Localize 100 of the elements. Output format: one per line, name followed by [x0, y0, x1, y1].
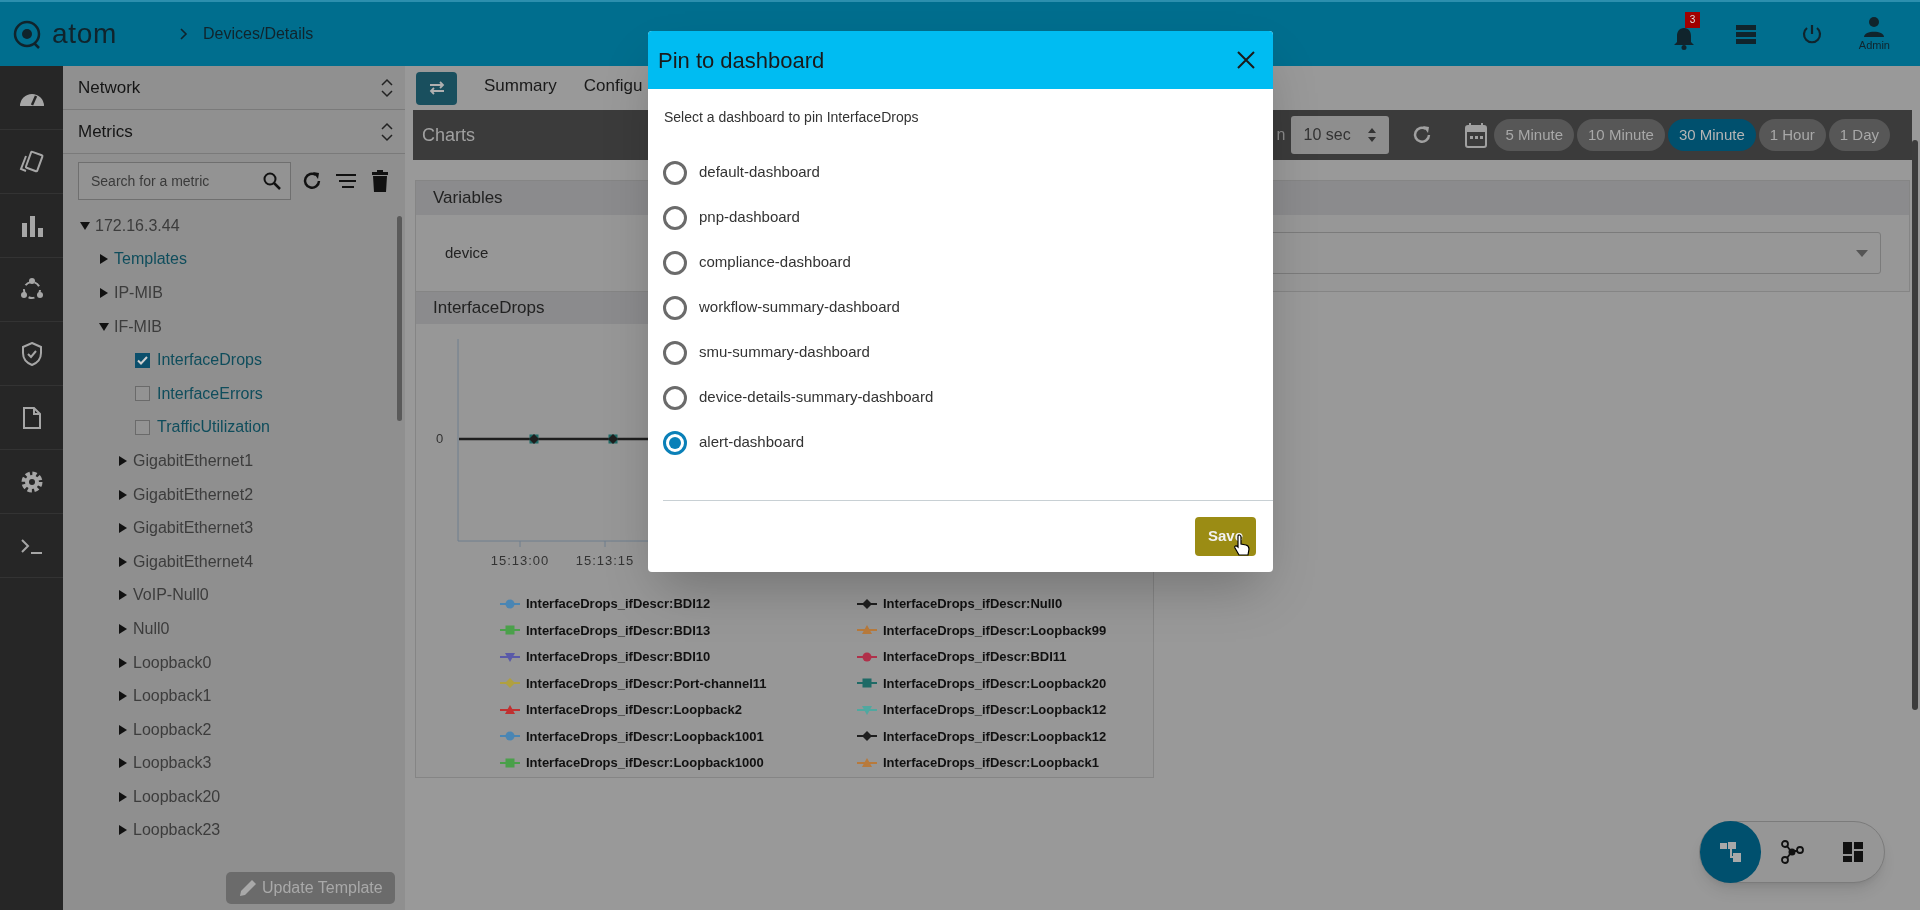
metric-link[interactable]: InterfaceErrors — [157, 381, 263, 406]
terminal-icon[interactable] — [20, 537, 43, 554]
power-icon[interactable] — [1800, 23, 1823, 45]
caret-right-icon[interactable] — [118, 523, 128, 534]
checkbox[interactable] — [135, 386, 150, 402]
metric-link[interactable]: InterfaceDrops — [157, 348, 262, 373]
interval-select[interactable]: 10 sec — [1291, 116, 1390, 154]
caret-right-icon[interactable] — [118, 657, 128, 668]
tree-item[interactable]: Null0 — [133, 616, 170, 641]
radio-button[interactable] — [663, 160, 687, 185]
legend-label[interactable]: InterfaceDrops_ifDescr:BDI13 — [526, 620, 711, 640]
legend-label[interactable]: InterfaceDrops_ifDescr:BDI12 — [526, 594, 711, 614]
dashboard-option[interactable]: alert-dashboard — [699, 431, 805, 454]
tree-item[interactable]: VoIP-Null0 — [133, 583, 209, 608]
expand-collapse-icon — [381, 121, 393, 142]
tree-item[interactable]: GigabitEthernet1 — [133, 448, 254, 473]
tree-item[interactable]: Loopback2 — [133, 717, 212, 742]
y-axis-label: 0 — [436, 431, 444, 446]
legend-label[interactable]: InterfaceDrops_ifDescr:Loopback99 — [883, 620, 1107, 640]
legend-label[interactable]: InterfaceDrops_ifDescr:Loopback1000 — [526, 753, 764, 773]
caret-right-icon[interactable] — [118, 489, 128, 500]
tree-item[interactable]: GigabitEthernet2 — [133, 482, 254, 507]
dashboard-option[interactable]: default-dashboard — [699, 161, 820, 184]
bell-icon[interactable] — [1672, 26, 1695, 50]
legend-label[interactable]: InterfaceDrops_ifDescr:BDI11 — [883, 647, 1067, 667]
time-range-button[interactable]: 5 Minute — [1494, 119, 1575, 151]
time-range-button[interactable]: 10 Minute — [1577, 119, 1665, 151]
user-name: Admin — [1858, 37, 1890, 53]
calendar-icon[interactable] — [1465, 122, 1488, 148]
caret-right-icon[interactable] — [118, 556, 128, 567]
caret-right-icon[interactable] — [118, 791, 128, 802]
radio-button[interactable] — [663, 340, 687, 365]
tab[interactable]: Summary — [484, 73, 557, 103]
radio-button[interactable] — [663, 205, 687, 230]
caret-down-icon[interactable] — [99, 321, 109, 332]
settings-icon[interactable] — [19, 469, 44, 494]
tree-item[interactable]: Loopback23 — [133, 818, 221, 843]
radio-button[interactable] — [663, 295, 687, 320]
update-template-button[interactable]: Update Template — [226, 872, 395, 904]
dashboard-option[interactable]: device-details-summary-dashboard — [699, 386, 934, 409]
search-field[interactable]: Search for a metric — [78, 162, 291, 200]
caret-right-icon[interactable] — [118, 724, 128, 735]
radio-button[interactable] — [663, 385, 687, 410]
hub-icon[interactable] — [19, 277, 44, 302]
tree-item[interactable]: Loopback0 — [133, 650, 212, 675]
caret-right-icon[interactable] — [99, 288, 109, 298]
legend-label[interactable]: InterfaceDrops_ifDescr:Loopback12 — [883, 726, 1107, 746]
tree-item[interactable]: Loopback3 — [133, 751, 212, 776]
tree-item[interactable]: Loopback1 — [133, 684, 212, 709]
cards-icon[interactable] — [18, 149, 45, 174]
legend-label[interactable]: InterfaceDrops_ifDescr:Port-channel11 — [526, 673, 767, 693]
caret-right-icon[interactable] — [99, 254, 109, 265]
close-icon[interactable] — [1237, 51, 1255, 69]
tab[interactable]: Configu — [583, 73, 643, 103]
legend-label[interactable]: InterfaceDrops_ifDescr:Loopback20 — [883, 673, 1107, 693]
caret-right-icon[interactable] — [118, 455, 128, 466]
refresh-icon[interactable] — [301, 170, 323, 192]
legend-label[interactable]: InterfaceDrops_ifDescr:Loopback12 — [883, 700, 1107, 720]
breadcrumb[interactable]: Devices/Details — [203, 22, 314, 46]
dashboard-option[interactable]: smu-summary-dashboard — [699, 341, 870, 364]
bar-chart-icon[interactable] — [20, 214, 43, 237]
legend-label[interactable]: InterfaceDrops_ifDescr:Loopback2 — [526, 700, 742, 720]
dashboard-option[interactable]: compliance-dashboard — [699, 251, 851, 274]
tree-item[interactable]: GigabitEthernet3 — [133, 516, 254, 541]
caret-right-icon[interactable] — [118, 623, 128, 634]
tree-item[interactable]: 172.16.3.44 — [95, 213, 180, 238]
caret-right-icon[interactable] — [118, 590, 128, 601]
legend-label[interactable]: InterfaceDrops_ifDescr:Null0 — [883, 594, 1063, 614]
search-icon[interactable] — [263, 172, 281, 190]
delete-icon[interactable] — [371, 170, 389, 192]
legend-label[interactable]: InterfaceDrops_ifDescr:BDI10 — [526, 647, 711, 667]
tree-item[interactable]: IF-MIB — [114, 314, 162, 339]
file-icon[interactable] — [22, 406, 41, 429]
caret-right-icon[interactable] — [118, 825, 128, 836]
legend-label[interactable]: InterfaceDrops_ifDescr:Loopback1001 — [526, 726, 764, 746]
sort-icon[interactable] — [335, 173, 357, 189]
tree-item[interactable]: Templates — [114, 247, 187, 272]
checkbox[interactable] — [135, 419, 150, 435]
metric-link[interactable]: TrafficUtilization — [157, 415, 270, 440]
dashboard-option[interactable]: workflow-summary-dashboard — [699, 296, 900, 319]
swap-button[interactable] — [416, 71, 457, 105]
shield-icon[interactable] — [20, 341, 43, 366]
user-icon[interactable] — [1863, 14, 1886, 37]
tree-item[interactable]: IP-MIB — [114, 281, 163, 305]
save-button[interactable]: Save — [1194, 517, 1256, 556]
time-range-button[interactable]: 1 Hour — [1758, 119, 1826, 151]
time-range-button[interactable]: 30 Minute — [1667, 119, 1756, 151]
caret-down-icon[interactable] — [80, 220, 90, 231]
caret-right-icon[interactable] — [118, 691, 128, 702]
radio-button[interactable] — [663, 250, 687, 275]
hierarchy-icon[interactable] — [1700, 821, 1762, 883]
checkbox[interactable] — [135, 352, 150, 368]
tree-item[interactable]: Loopback20 — [133, 784, 221, 809]
tree-item[interactable]: GigabitEthernet4 — [133, 549, 254, 574]
time-range-button[interactable]: 1 Day — [1828, 119, 1890, 151]
radio-button[interactable] — [663, 430, 687, 455]
caret-right-icon[interactable] — [118, 758, 128, 769]
list-icon[interactable] — [1734, 24, 1757, 44]
dashboard-option[interactable]: pnp-dashboard — [699, 206, 800, 229]
legend-label[interactable]: InterfaceDrops_ifDescr:Loopback1 — [883, 753, 1099, 773]
